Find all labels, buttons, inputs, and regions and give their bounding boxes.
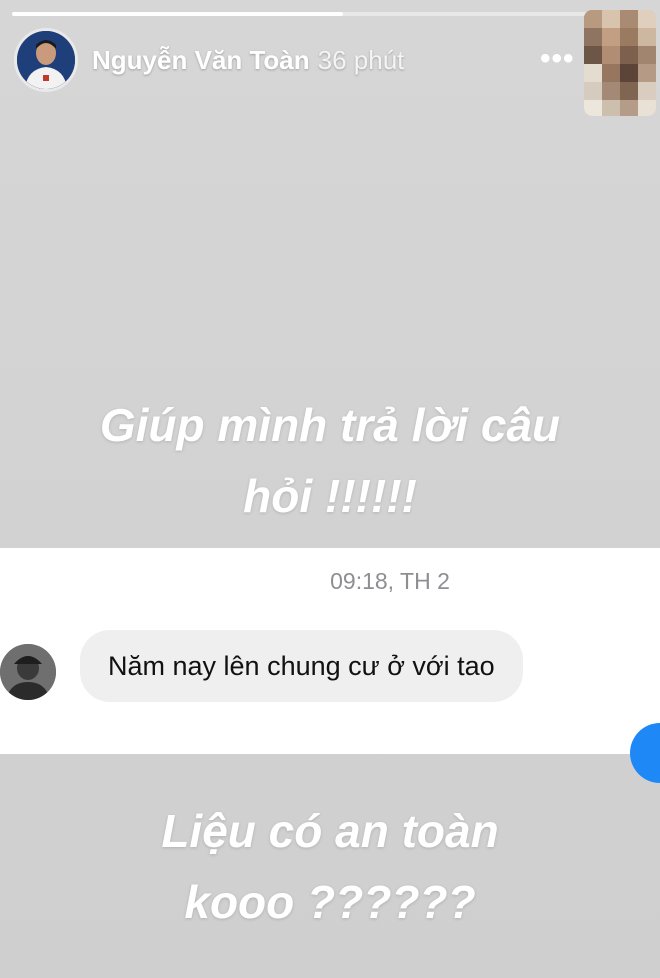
blue-circle-icon [630,723,660,783]
story-caption-bottom-line-2: kooo ?????? [184,876,476,929]
story-progress-bar [12,12,648,16]
story-caption-top-line-1: Giúp mình trả lời câu [99,399,561,451]
story-caption-top-line-2: hỏi !!!!!! [243,470,417,523]
author-avatar-image [17,31,75,89]
chat-screenshot: 09:18, TH 2 Năm nay lên chung cư ở với t… [0,548,660,783]
story-progress-fill [12,12,343,16]
story-view[interactable]: Nguyễn Văn Toàn 36 phút ••• Giúp mình tr… [0,0,660,978]
message-bubble: Năm nay lên chung cư ở với tao [80,630,523,702]
chat-timestamp: 09:18, TH 2 [330,568,450,594]
author-name[interactable]: Nguyễn Văn Toàn [92,45,310,76]
more-options-button[interactable]: ••• [540,42,575,76]
story-caption-bottom: Liệu có an toàn kooo ?????? [0,796,660,939]
story-header: Nguyễn Văn Toàn 36 phút [14,28,404,92]
story-caption-bottom-line-1: Liệu có an toàn [161,805,499,857]
author-avatar[interactable] [14,28,78,92]
sender-avatar [0,644,56,700]
post-time: 36 phút [317,44,405,75]
story-caption-top: Giúp mình trả lời câu hỏi !!!!!! [0,390,660,533]
sender-avatar-image [0,644,56,700]
viewer-thumbnail[interactable] [584,10,656,116]
pixelated-face-image [584,10,656,116]
